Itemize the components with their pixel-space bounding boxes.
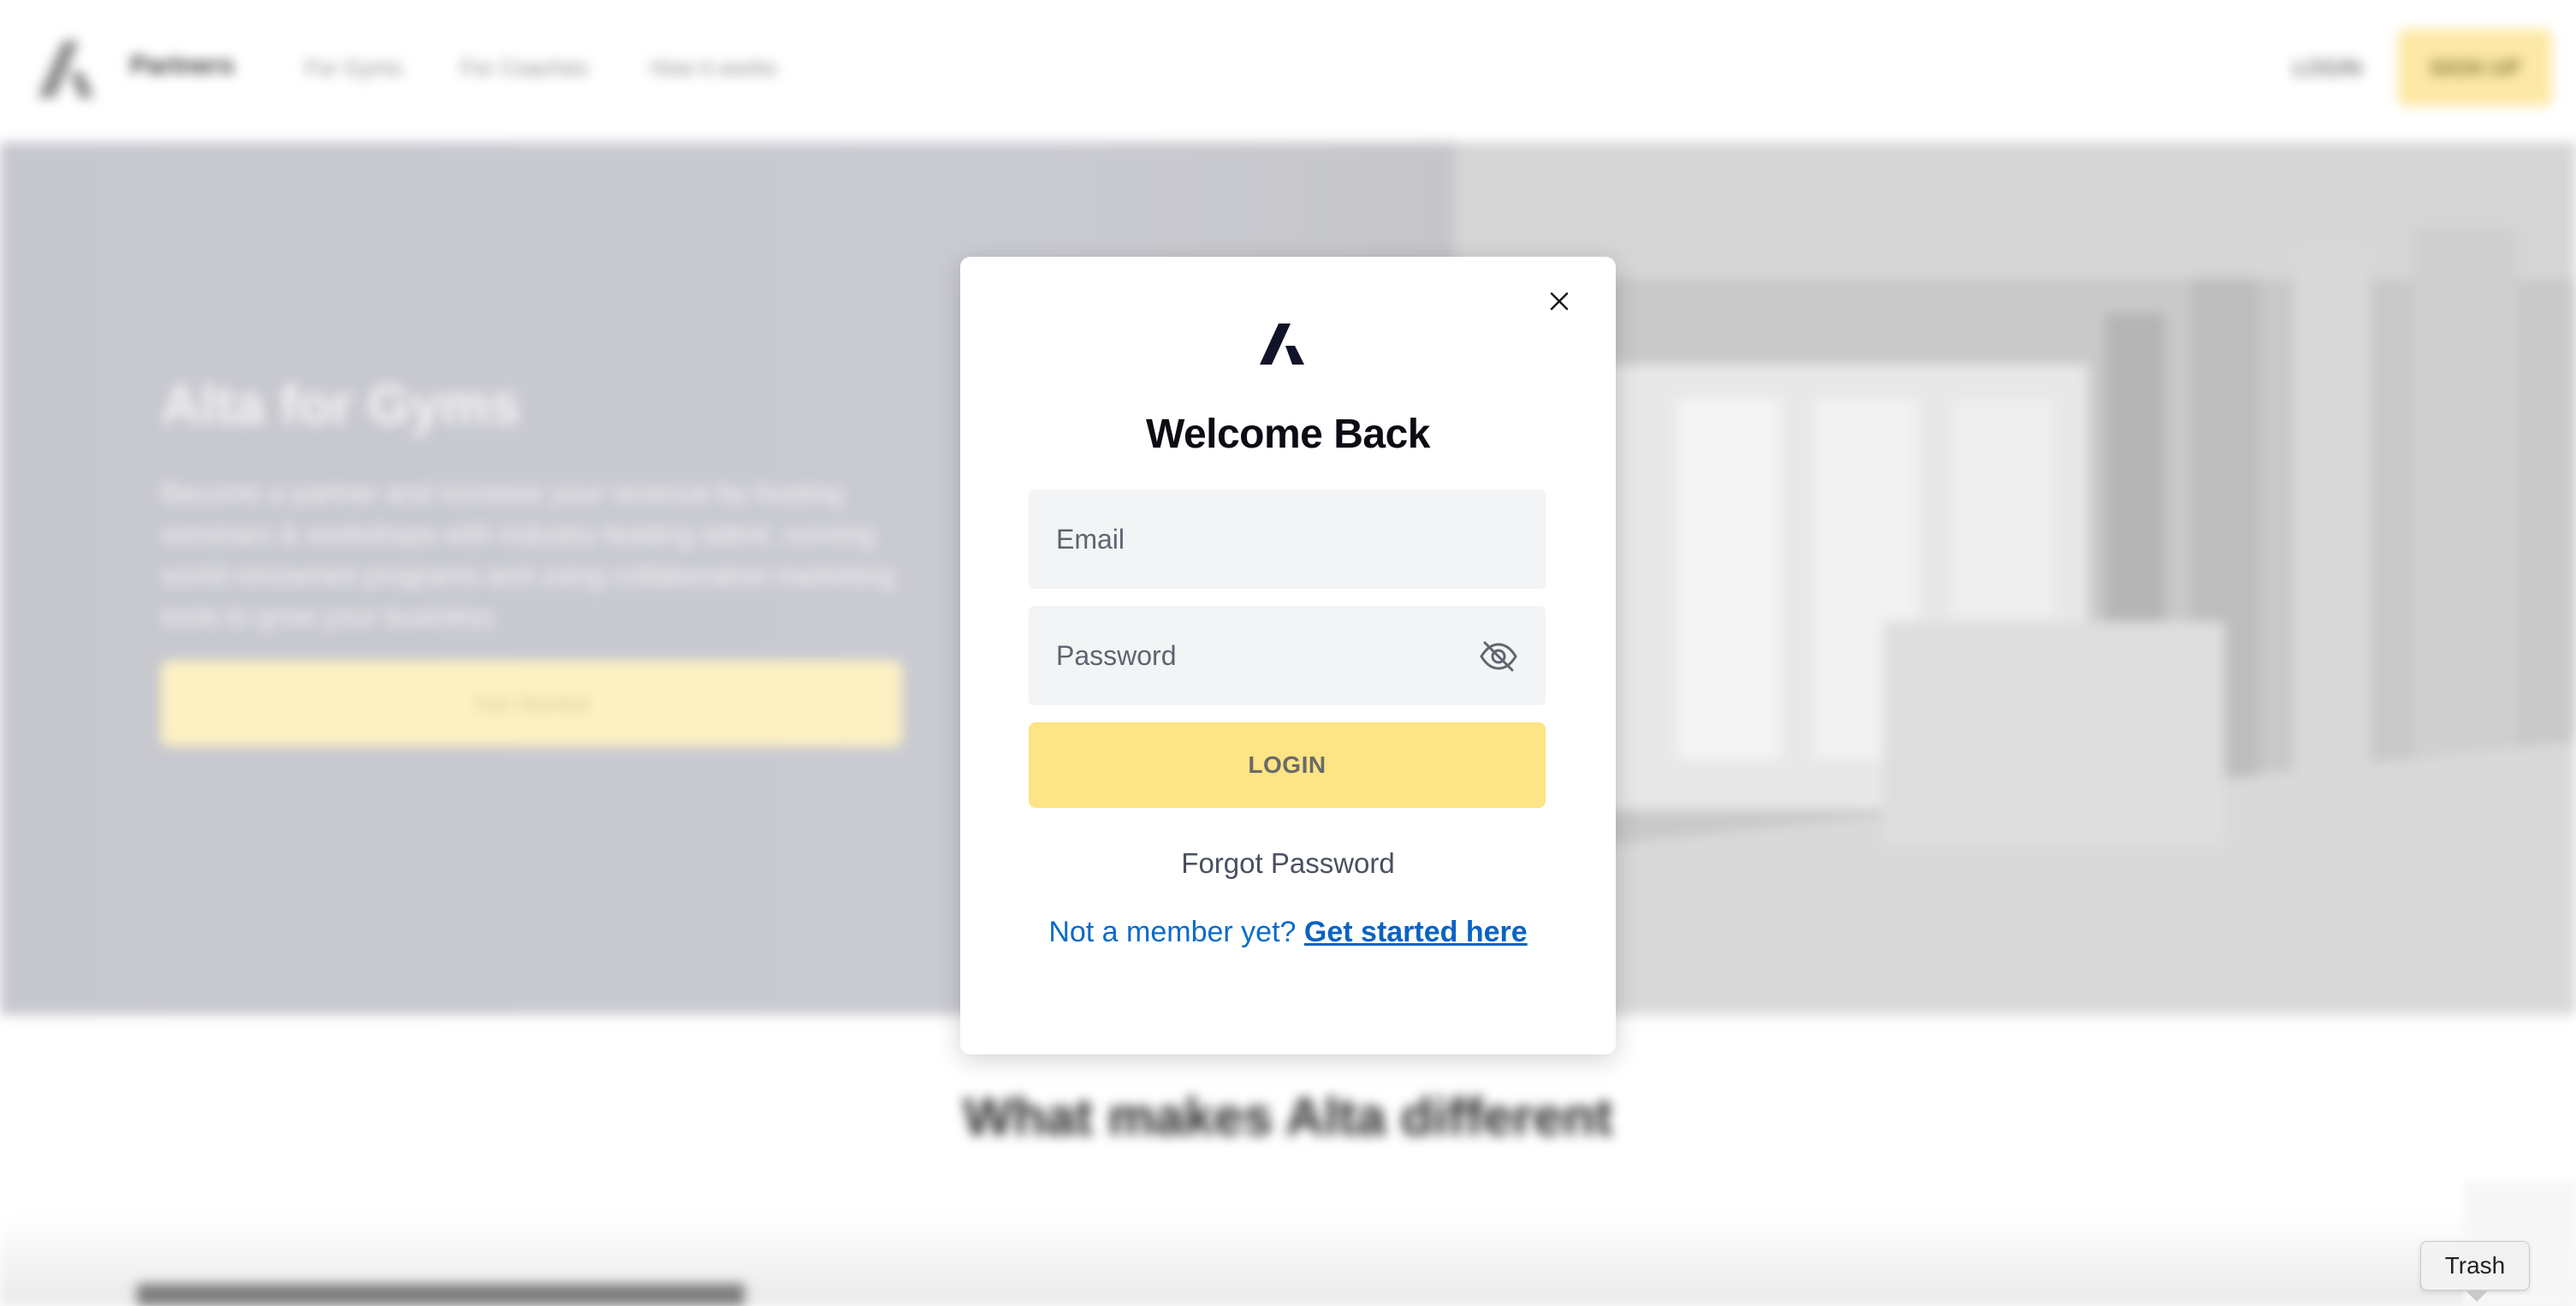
nav-link-gyms: For Gyms bbox=[305, 55, 403, 80]
alta-logo-icon bbox=[38, 41, 94, 98]
signup-prompt: Not a member yet? Get started here bbox=[960, 916, 1616, 949]
password-field bbox=[1029, 606, 1546, 705]
tooltip-tail bbox=[2465, 1290, 2489, 1302]
close-button[interactable] bbox=[1540, 282, 1578, 320]
email-field bbox=[1029, 490, 1546, 589]
forgot-password-link[interactable]: Forgot Password bbox=[960, 847, 1616, 880]
hero-title: Alta for Gyms bbox=[161, 374, 520, 436]
nav-brand: Partners bbox=[130, 51, 234, 80]
hero-description: Become a partner and increase your reven… bbox=[161, 478, 895, 632]
section-card bbox=[137, 1284, 745, 1306]
password-input[interactable] bbox=[1056, 639, 1467, 672]
alta-logo-icon bbox=[1260, 324, 1304, 365]
hero-get-started-button: Get Started bbox=[161, 661, 902, 746]
close-icon bbox=[1550, 292, 1569, 311]
nav-signup-button: SIGN UP bbox=[2398, 29, 2552, 106]
get-started-link[interactable]: Get started here bbox=[1304, 916, 1528, 948]
nav-link-coaches: For Coaches bbox=[460, 55, 588, 80]
tooltip: Trash bbox=[2420, 1241, 2530, 1291]
top-navigation: Partners For Gyms For Coaches How it wor… bbox=[0, 0, 2576, 142]
section-title: What makes Alta different bbox=[963, 1088, 1613, 1147]
password-visibility-toggle[interactable] bbox=[1477, 635, 1520, 678]
modal-title: Welcome Back bbox=[1146, 412, 1430, 457]
nav-link-how-it-works: How it works bbox=[650, 55, 777, 80]
nav-login-link: LOGIN bbox=[2293, 55, 2362, 80]
signup-prompt-text: Not a member yet? bbox=[1048, 916, 1297, 948]
gym-interior-image bbox=[1455, 142, 2576, 1015]
eye-off-icon bbox=[1480, 641, 1517, 672]
email-input[interactable] bbox=[1056, 523, 1467, 555]
login-button[interactable]: LOGIN bbox=[1029, 722, 1546, 808]
